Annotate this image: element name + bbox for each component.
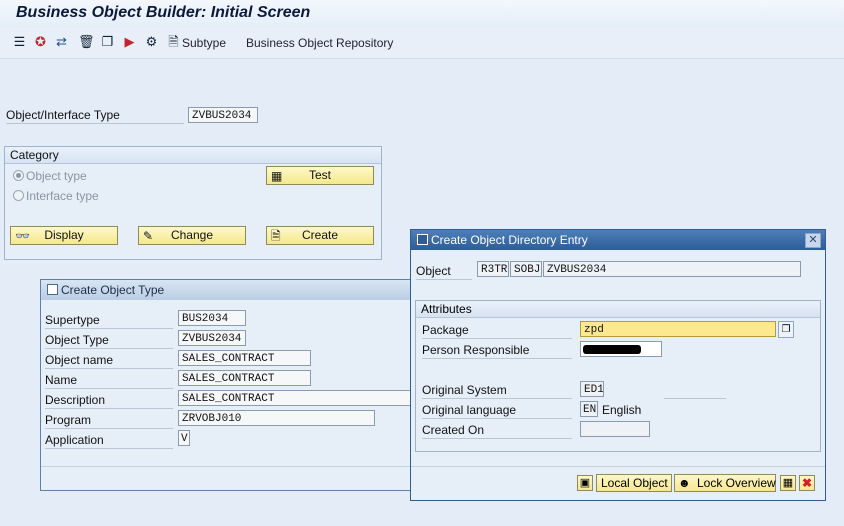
create-object-type-dialog: Create Object Type Supertype BUS2034 Obj… xyxy=(40,279,422,491)
package-input[interactable]: zpd xyxy=(580,321,776,337)
change-button[interactable]: ✎ Change xyxy=(138,226,246,245)
divider xyxy=(411,466,825,467)
object-name-field: ZVBUS2034 xyxy=(543,261,801,277)
supertype-input[interactable]: BUS2034 xyxy=(178,310,246,326)
hierarchy-icon[interactable]: ☰ xyxy=(12,34,27,49)
label-underline xyxy=(422,438,572,439)
label-underline xyxy=(416,279,472,280)
dialog-title: Create Object Directory Entry xyxy=(431,233,588,247)
subtype-button[interactable]: Subtype xyxy=(182,36,226,50)
window-icon xyxy=(47,284,58,295)
application-input[interactable]: V xyxy=(178,430,190,446)
original-system-label: Original System xyxy=(422,383,507,397)
close-icon[interactable]: ✕ xyxy=(805,233,821,248)
label-underline xyxy=(45,448,173,449)
object-type-input[interactable]: ZVBUS2034 xyxy=(188,107,258,123)
program-input[interactable]: ZRVOBJ010 xyxy=(178,410,375,426)
window-icon xyxy=(417,234,428,245)
dialog-header: Create Object Type xyxy=(41,280,421,300)
label-underline xyxy=(45,408,173,409)
subtype-icon[interactable]: 🗎 xyxy=(166,34,181,49)
application-label: Application xyxy=(45,433,104,447)
label-underline xyxy=(45,388,173,389)
person-responsible-label: Person Responsible xyxy=(422,343,530,357)
category-header: Category xyxy=(5,147,381,164)
object-type-field: SOBJ xyxy=(510,261,542,277)
radio-interface-label: Interface type xyxy=(26,189,99,203)
redacted-mark xyxy=(583,345,641,354)
object-type-input[interactable]: ZVBUS2034 xyxy=(178,330,246,346)
label-underline xyxy=(45,368,173,369)
original-system-field: ED1 xyxy=(580,381,604,397)
radio-object-label: Object type xyxy=(26,169,87,183)
divider xyxy=(41,466,421,467)
label-underline xyxy=(422,398,572,399)
local-object-button[interactable]: Local Object xyxy=(596,474,672,492)
activate-icon[interactable]: ✪ xyxy=(33,34,48,49)
original-language-field: EN xyxy=(580,401,598,417)
lock-overview-button[interactable]: ☻ Lock Overview xyxy=(674,474,776,492)
person-responsible-input[interactable] xyxy=(580,341,662,357)
name-label: Name xyxy=(45,373,78,387)
create-directory-entry-dialog: Create Object Directory Entry ✕ Object R… xyxy=(410,229,826,501)
description-input[interactable]: SALES_CONTRACT xyxy=(178,390,418,406)
description-label: Description xyxy=(45,393,106,407)
person-icon: ☻ xyxy=(678,476,691,490)
object-name-label: Object name xyxy=(45,353,114,367)
package-label: Package xyxy=(422,323,469,337)
label-underline xyxy=(45,428,173,429)
category-group: Category Object type Interface type ▦ Te… xyxy=(4,146,382,260)
cancel-icon[interactable]: ✖ xyxy=(799,475,815,491)
title-bar: Business Object Builder: Initial Screen xyxy=(0,0,844,29)
delete-icon[interactable]: 🗑 xyxy=(78,34,95,49)
supertype-label: Supertype xyxy=(45,313,100,327)
name-input[interactable]: SALES_CONTRACT xyxy=(178,370,311,386)
test-button[interactable]: ▦ Test xyxy=(266,166,374,185)
dialog-title: Create Object Type xyxy=(61,283,165,297)
attributes-group: Attributes Package zpd ❐ Person Responsi… xyxy=(415,300,821,452)
label-underline xyxy=(45,328,173,329)
display-button[interactable]: 👓 Display xyxy=(10,226,118,245)
original-language-label: Original language xyxy=(422,403,517,417)
radio-interface-type[interactable]: Interface type xyxy=(13,189,99,203)
object-type-label: Object Type xyxy=(45,333,109,347)
created-on-label: Created On xyxy=(422,423,485,437)
save-icon[interactable]: ▣ xyxy=(577,475,593,491)
attributes-header: Attributes xyxy=(416,301,820,318)
label-underline xyxy=(422,338,572,339)
label-underline xyxy=(664,398,726,399)
created-on-field xyxy=(580,421,650,437)
transport-icon[interactable]: ▦ xyxy=(780,475,796,491)
application-toolbar: ☰ ✪ ⇄ 🗑 ❐ ▶ ⚙ 🗎 Subtype Business Object … xyxy=(0,28,844,59)
label-underline xyxy=(422,418,572,419)
repository-button[interactable]: Business Object Repository xyxy=(246,36,393,50)
generate-icon[interactable]: ▶ xyxy=(122,34,137,49)
create-button[interactable]: 🗎 Create xyxy=(266,226,374,245)
dialog-header: Create Object Directory Entry xyxy=(411,230,825,250)
program-icon[interactable]: ⚙ xyxy=(144,34,159,49)
label-underline xyxy=(422,358,572,359)
where-used-icon[interactable]: ⇄ xyxy=(54,34,69,49)
page-title: Business Object Builder: Initial Screen xyxy=(16,4,311,21)
program-label: Program xyxy=(45,413,92,427)
label-underline xyxy=(6,123,184,124)
value-help-icon[interactable]: ❐ xyxy=(778,321,794,338)
copy-icon[interactable]: ❐ xyxy=(100,34,115,49)
object-pgmid-field: R3TR xyxy=(477,261,509,277)
label-underline xyxy=(45,348,173,349)
object-type-label: Object/Interface Type xyxy=(6,108,120,122)
radio-object-type[interactable]: Object type xyxy=(13,169,87,183)
object-label: Object xyxy=(416,264,451,278)
original-language-name: English xyxy=(602,403,642,417)
object-name-input[interactable]: SALES_CONTRACT xyxy=(178,350,311,366)
